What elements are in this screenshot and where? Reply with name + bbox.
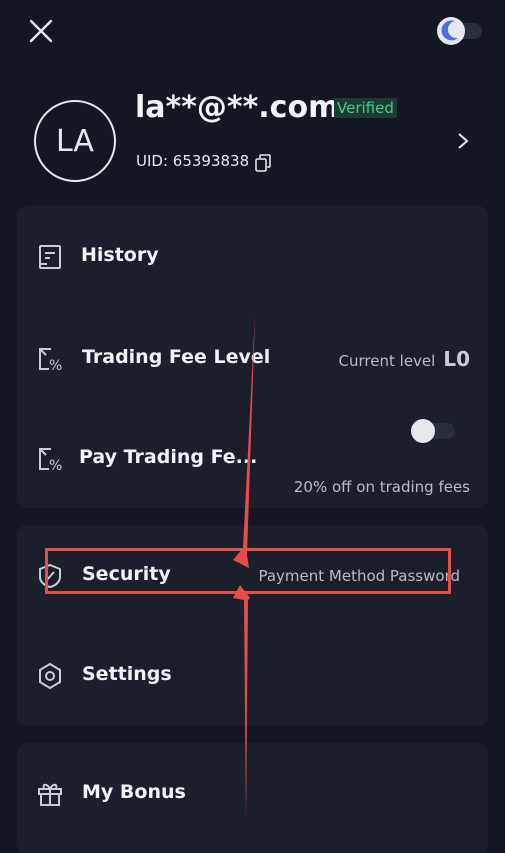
- arrow-up: [233, 585, 250, 820]
- arrow-down: [233, 315, 255, 568]
- annotation-arrows: [233, 315, 255, 820]
